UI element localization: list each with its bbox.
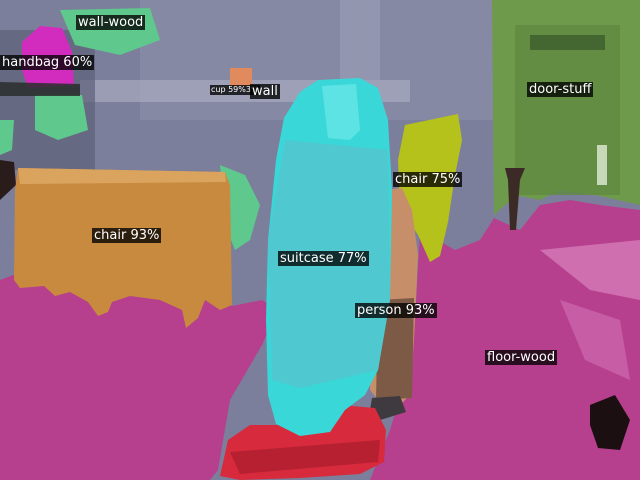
label-chair-left: chair 93%	[92, 228, 162, 243]
label-handbag: handbag 60%	[0, 55, 95, 70]
label-floor-wood: floor-wood	[485, 350, 558, 365]
cup-region	[230, 68, 252, 86]
segmentation-scene: wall-wood handbag 60% cup 59%3% wall doo…	[0, 0, 640, 480]
label-wall-wood: wall-wood	[76, 15, 146, 30]
shelf-item-dark	[0, 82, 80, 96]
label-door-stuff: door-stuff	[527, 82, 594, 97]
wall-wood-left2	[0, 120, 14, 155]
label-wall: wall	[250, 84, 280, 99]
door-window	[530, 35, 605, 50]
label-suitcase: suitcase 77%	[278, 251, 369, 266]
suitcase-handle	[322, 84, 360, 140]
label-chair-right: chair 75%	[393, 172, 463, 187]
label-person: person 93%	[355, 303, 437, 318]
door-highlight	[597, 145, 607, 185]
